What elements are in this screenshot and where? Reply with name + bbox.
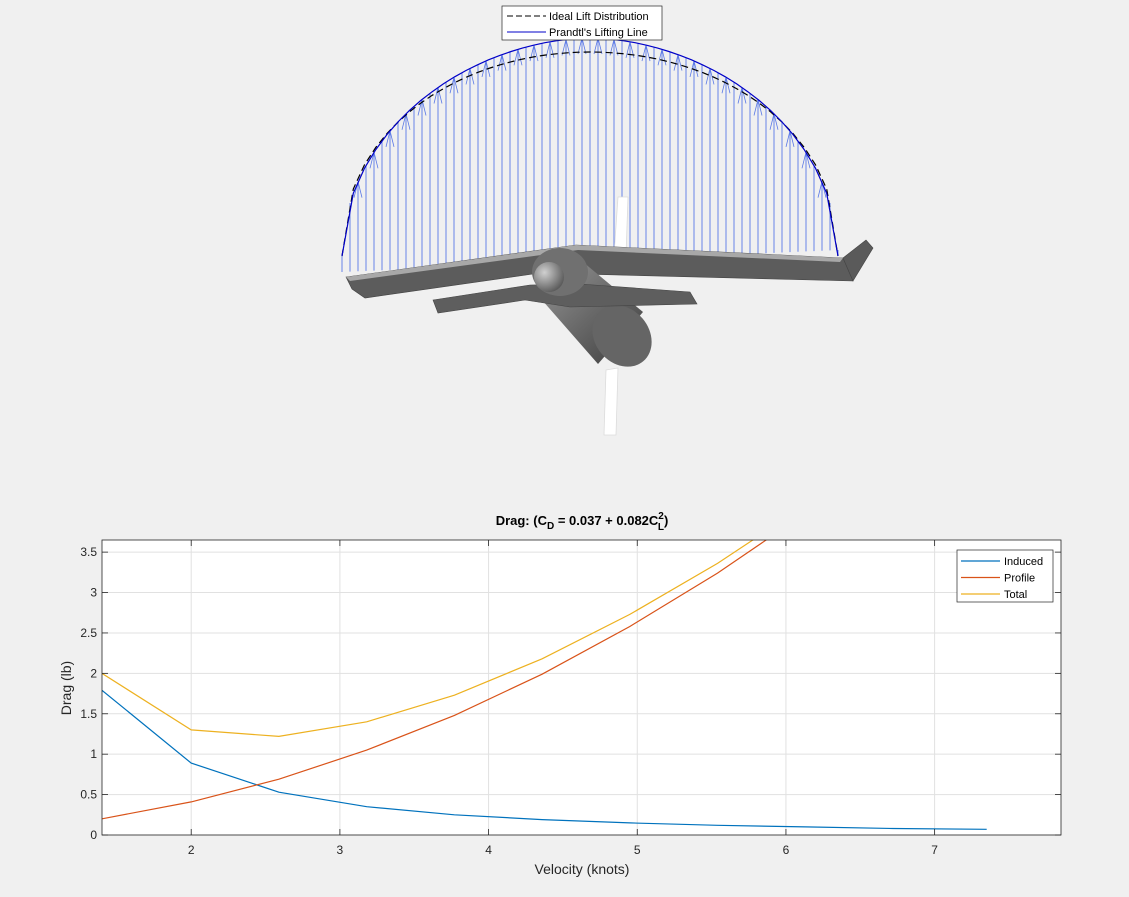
lift-distribution-plot: Ideal Lift Distribution Prandtl's Liftin… [341, 5, 874, 436]
aircraft-model [345, 196, 874, 436]
y-axis-label: Drag (lb) [58, 661, 74, 715]
y-tick-label: 1 [90, 747, 97, 761]
drag-chart: Drag: (CD = 0.037 + 0.082C2 L) 2 3 4 5 6 7 0 0.5… [58, 511, 1062, 877]
y-tick-label: 2.5 [80, 626, 97, 640]
x-tick-label: 2 [188, 843, 195, 857]
x-tick-label: 3 [337, 843, 344, 857]
legend-label-induced: Induced [1004, 556, 1043, 568]
chart-legend: Induced Profile Total [956, 549, 1054, 603]
y-tick-label: 0 [90, 828, 97, 842]
y-tick-label: 0.5 [80, 788, 97, 802]
y-tick-label: 3 [90, 586, 97, 600]
title-sub-d: D [547, 521, 554, 532]
lift-vector-lines [341, 37, 839, 272]
y-tick-label: 3.5 [80, 545, 97, 559]
x-tick-label: 4 [485, 843, 492, 857]
y-tick-label: 1.5 [80, 707, 97, 721]
y-tick-label: 2 [90, 666, 97, 680]
plot-area [102, 540, 1061, 835]
title-mid: = 0.037 + 0.082C [554, 513, 659, 528]
chart-title: Drag: (CD = 0.037 + 0.082C2 L) [496, 511, 669, 533]
nose-highlight [534, 262, 564, 292]
legend-ideal-label: Ideal Lift Distribution [549, 11, 649, 23]
legend-label-profile: Profile [1004, 573, 1035, 585]
lower-strut [603, 367, 619, 436]
top-legend: Ideal Lift Distribution Prandtl's Liftin… [501, 5, 663, 41]
title-prefix: Drag: (C [496, 513, 548, 528]
x-tick-label: 6 [783, 843, 790, 857]
x-tick-label: 5 [634, 843, 641, 857]
legend-label-total: Total [1004, 589, 1027, 601]
x-axis-label: Velocity (knots) [535, 861, 630, 877]
figure-canvas: Ideal Lift Distribution Prandtl's Liftin… [58, 5, 1062, 877]
upper-strut [613, 196, 629, 256]
x-tick-label: 7 [931, 843, 938, 857]
legend-prandtl-label: Prandtl's Lifting Line [549, 27, 648, 39]
title-suffix: ) [664, 513, 668, 528]
